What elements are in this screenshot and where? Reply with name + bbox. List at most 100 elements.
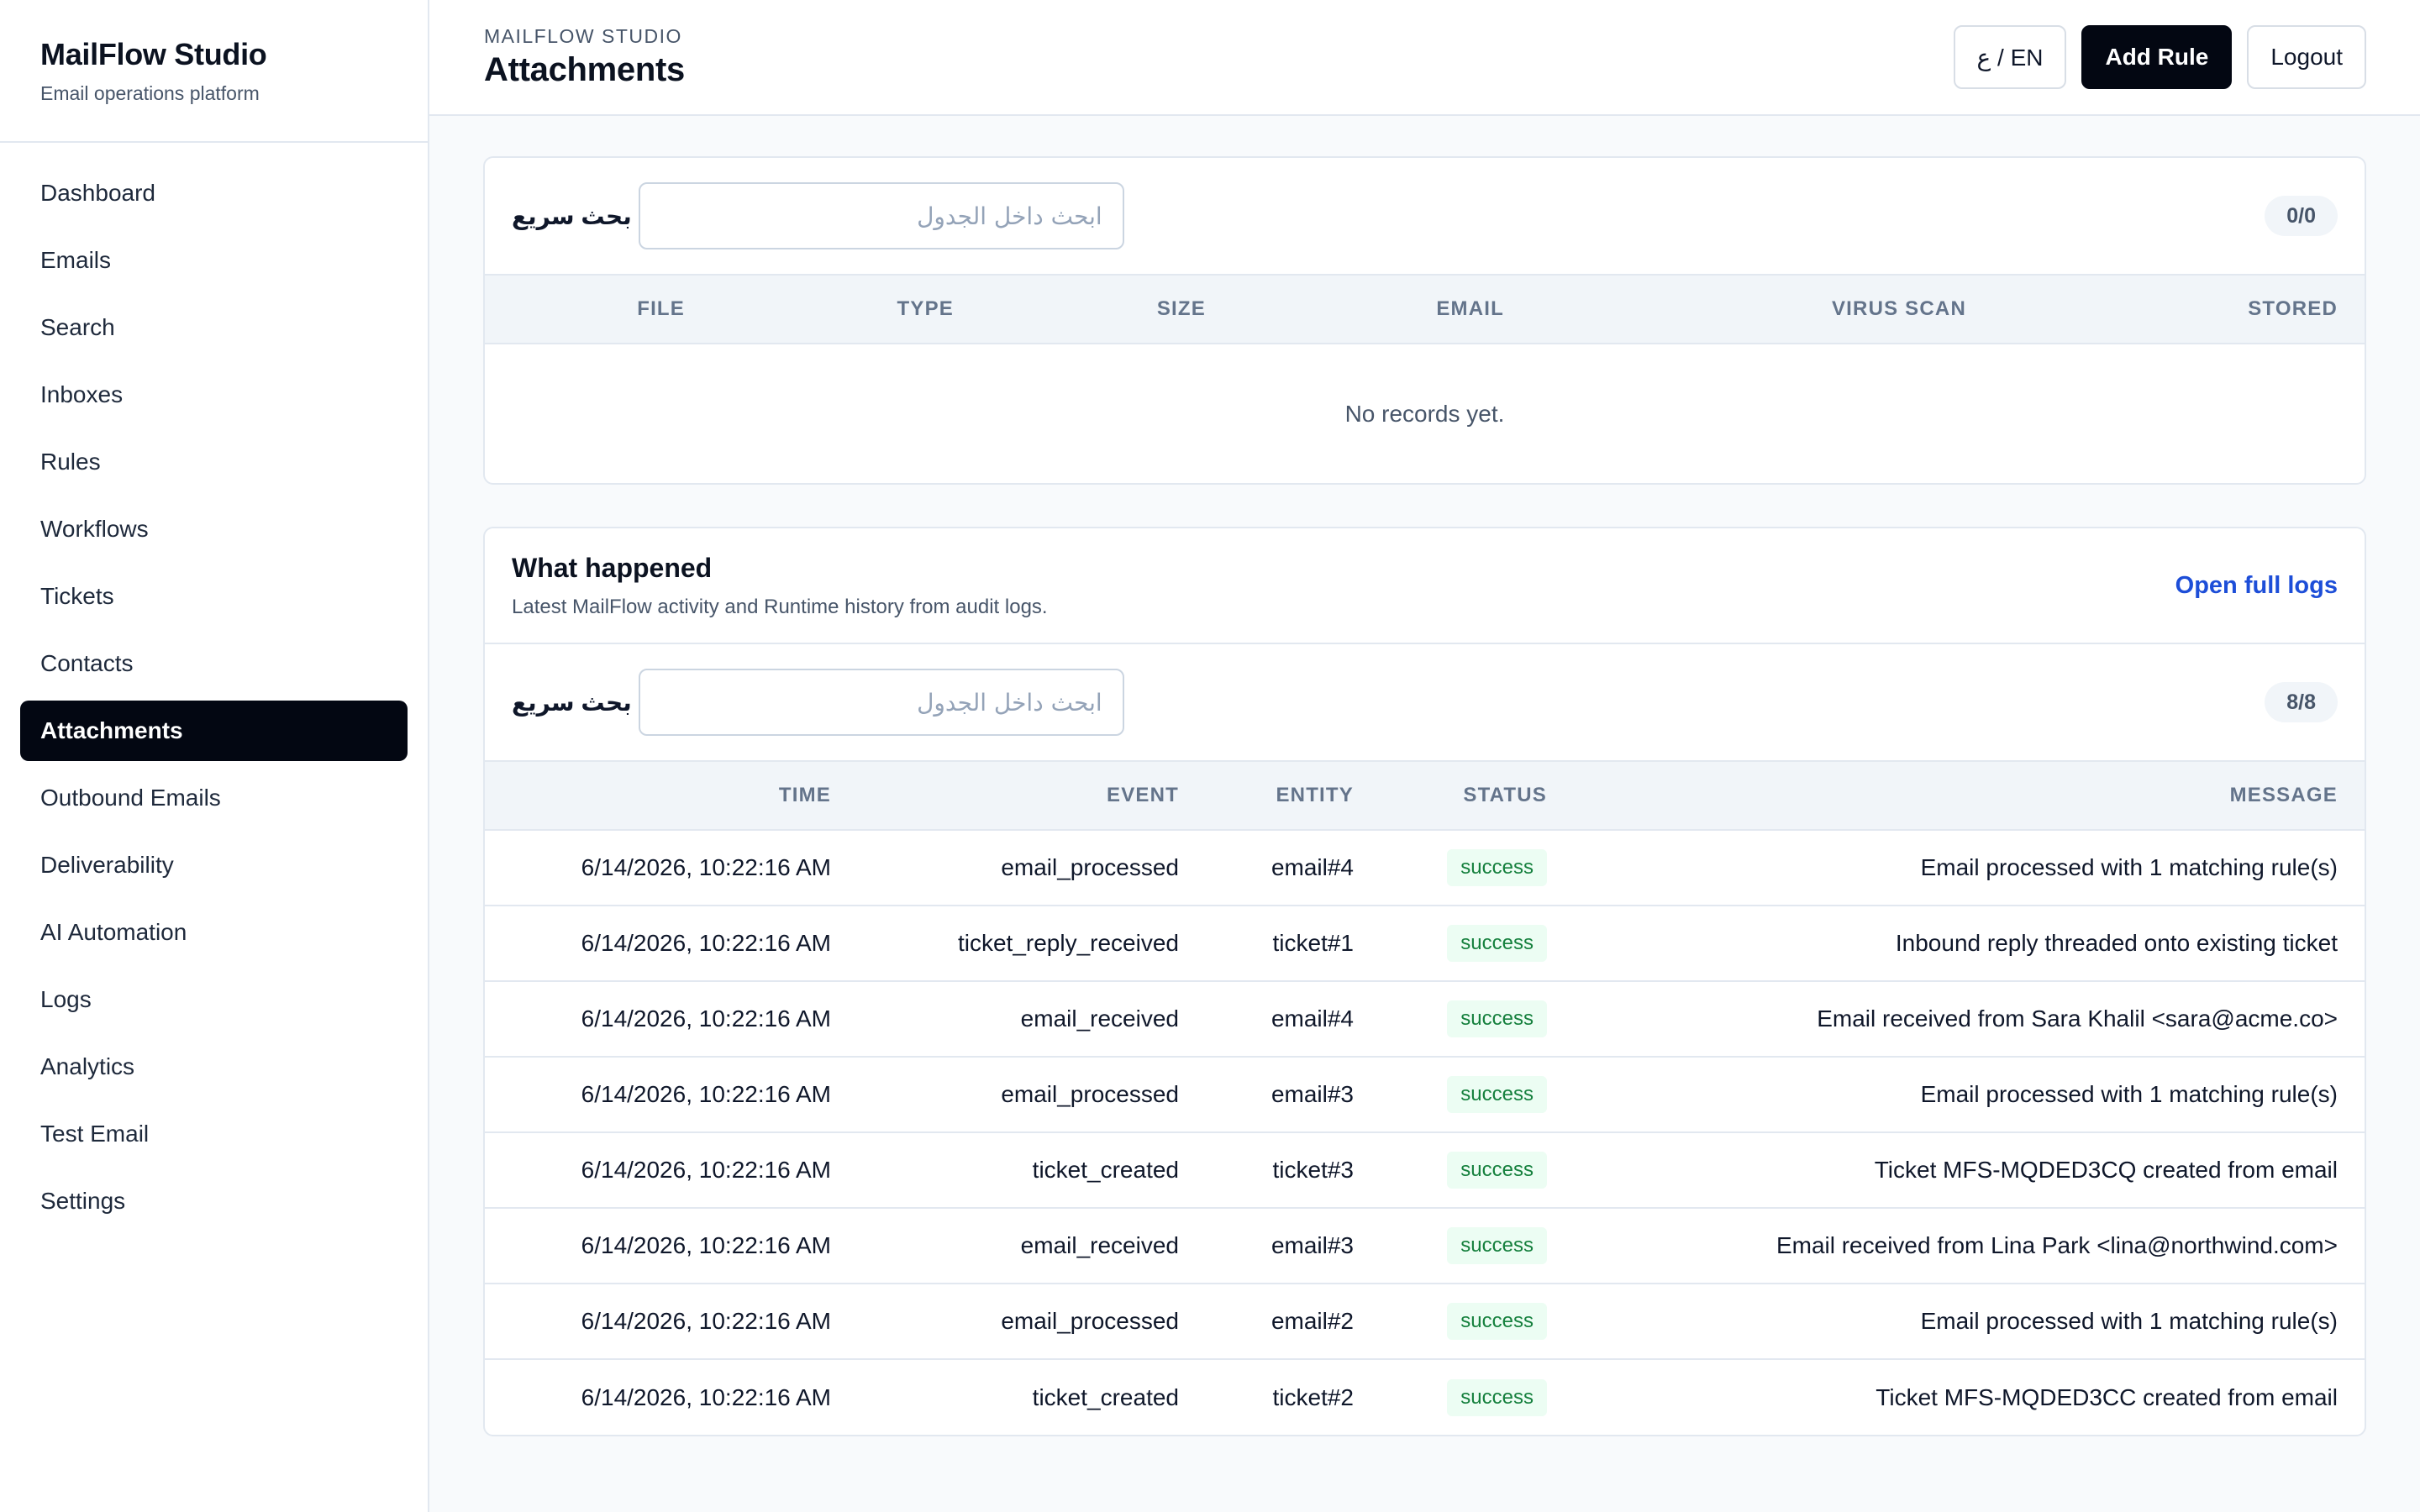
sidebar-item-rules[interactable]: Rules: [20, 432, 408, 492]
sidebar-item-attachments[interactable]: Attachments: [20, 701, 408, 761]
sidebar-item-settings[interactable]: Settings: [20, 1171, 408, 1231]
activity-search-input[interactable]: [638, 669, 1124, 736]
column-header-stored[interactable]: STORED: [1993, 274, 2365, 344]
sidebar-item-ai-automation[interactable]: AI Automation: [20, 902, 408, 963]
activity-toolbar: بحث سريع 8/8: [485, 644, 2365, 760]
sidebar-item-workflows[interactable]: Workflows: [20, 499, 408, 559]
cell-status: success: [1381, 906, 1574, 981]
cell-event: ticket_created: [1032, 1157, 1179, 1183]
activity-table: TIME EVENT ENTITY STATUS MESSAGE 6/14/20…: [485, 760, 2365, 1435]
cell-status: success: [1381, 981, 1574, 1057]
sidebar-item-analytics[interactable]: Analytics: [20, 1037, 408, 1097]
table-row: 6/14/2026, 10:22:16 AM ticket_created ti…: [485, 1132, 2365, 1208]
sidebar-item-contacts[interactable]: Contacts: [20, 633, 408, 694]
activity-heading: What happened Latest MailFlow activity a…: [512, 553, 1048, 619]
table-row: 6/14/2026, 10:22:16 AM ticket_reply_rece…: [485, 906, 2365, 981]
empty-state-row: No records yet.: [485, 344, 2365, 483]
activity-card: What happened Latest MailFlow activity a…: [483, 527, 2366, 1436]
cell-time: 6/14/2026, 10:22:16 AM: [581, 1383, 831, 1410]
cell-event: ticket_created: [1032, 1383, 1179, 1410]
cell-time: 6/14/2026, 10:22:16 AM: [581, 1308, 831, 1334]
cell-entity: email#4: [1270, 1005, 1354, 1032]
table-row: 6/14/2026, 10:22:16 AM email_received em…: [485, 981, 2365, 1057]
cell-event: ticket_reply_received: [957, 930, 1179, 956]
cell-message: Ticket MFS-MQDED3CC created from email: [1876, 1383, 2338, 1410]
cell-status: success: [1381, 1057, 1574, 1132]
quick-search-label: بحث سريع: [512, 202, 632, 229]
sidebar-item-dashboard[interactable]: Dashboard: [20, 163, 408, 223]
cell-message: Email processed with 1 matching rule(s): [1920, 1081, 2338, 1107]
column-header-file[interactable]: FILE: [485, 274, 712, 344]
activity-title: What happened: [512, 552, 713, 583]
column-header-time[interactable]: TIME: [485, 760, 858, 830]
cell-event: email_processed: [1001, 1308, 1179, 1334]
sidebar-item-logs[interactable]: Logs: [20, 969, 408, 1030]
attachments-card: بحث سريع 0/0 FILE TYPE SIZE EMAIL VIRUS …: [483, 156, 2366, 485]
main-area: MAILFLOW STUDIO Attachments ع / EN Add R…: [429, 0, 2420, 1512]
cell-message: Email received from Lina Park <lina@nort…: [1776, 1232, 2338, 1258]
sidebar-item-inboxes[interactable]: Inboxes: [20, 365, 408, 425]
empty-state-text: No records yet.: [1344, 400, 1505, 427]
brand: MailFlow Studio Email operations platfor…: [0, 0, 428, 143]
cell-status: success: [1381, 1359, 1574, 1435]
column-header-size[interactable]: SIZE: [981, 274, 1233, 344]
table-row: 6/14/2026, 10:22:16 AM email_processed e…: [485, 1057, 2365, 1132]
sidebar-item-search[interactable]: Search: [20, 297, 408, 358]
column-header-entity[interactable]: ENTITY: [1206, 760, 1381, 830]
sidebar-item-tickets[interactable]: Tickets: [20, 566, 408, 627]
table-row: 6/14/2026, 10:22:16 AM email_processed e…: [485, 830, 2365, 906]
column-header-virus-scan[interactable]: VIRUS SCAN: [1531, 274, 1993, 344]
cell-message: Email processed with 1 matching rule(s): [1920, 854, 2338, 880]
topbar: MAILFLOW STUDIO Attachments ع / EN Add R…: [429, 0, 2420, 116]
cell-entity: email#3: [1270, 1232, 1354, 1258]
column-header-type[interactable]: TYPE: [712, 274, 981, 344]
activity-subtitle: Latest MailFlow activity and Runtime his…: [512, 595, 1048, 618]
cell-status: success: [1381, 1208, 1574, 1284]
add-rule-button[interactable]: Add Rule: [2081, 25, 2233, 89]
attachments-table-header: FILE TYPE SIZE EMAIL VIRUS SCAN STORED: [485, 274, 2365, 344]
attachments-table: FILE TYPE SIZE EMAIL VIRUS SCAN STORED N…: [485, 274, 2365, 483]
cell-entity: email#4: [1270, 854, 1354, 880]
status-badge: success: [1447, 1303, 1547, 1340]
sidebar-item-deliverability[interactable]: Deliverability: [20, 835, 408, 895]
status-badge: success: [1447, 1378, 1547, 1416]
column-header-event[interactable]: EVENT: [858, 760, 1206, 830]
cell-entity: email#2: [1270, 1308, 1354, 1334]
cell-entity: email#3: [1270, 1081, 1354, 1107]
cell-message: Email processed with 1 matching rule(s): [1920, 1308, 2338, 1334]
sidebar-item-emails[interactable]: Emails: [20, 230, 408, 291]
cell-message: Ticket MFS-MQDED3CQ created from email: [1874, 1157, 2338, 1183]
cell-time: 6/14/2026, 10:22:16 AM: [581, 854, 831, 880]
activity-count-badge: 8/8: [2265, 682, 2338, 722]
sidebar-nav: Dashboard Emails Search Inboxes Rules Wo…: [0, 143, 428, 1258]
activity-table-header: TIME EVENT ENTITY STATUS MESSAGE: [485, 760, 2365, 830]
attachments-search-group: بحث سريع: [512, 182, 1124, 249]
column-header-email[interactable]: EMAIL: [1233, 274, 1531, 344]
open-full-logs-link[interactable]: Open full logs: [2175, 572, 2338, 600]
app-root: MailFlow Studio Email operations platfor…: [0, 0, 2420, 1512]
attachments-count-badge: 0/0: [2265, 196, 2338, 236]
cell-event: email_received: [1020, 1005, 1179, 1032]
status-badge: success: [1447, 1076, 1547, 1113]
cell-time: 6/14/2026, 10:22:16 AM: [581, 1081, 831, 1107]
cell-entity: ticket#3: [1272, 1157, 1355, 1183]
column-header-message[interactable]: MESSAGE: [1574, 760, 2365, 830]
cell-status: success: [1381, 1284, 1574, 1359]
page-title: Attachments: [484, 51, 685, 88]
cell-event: email_processed: [1001, 1081, 1179, 1107]
status-badge: success: [1447, 1000, 1547, 1037]
brand-title: MailFlow Studio: [40, 37, 267, 71]
activity-header: What happened Latest MailFlow activity a…: [485, 528, 2365, 644]
page-eyebrow: MAILFLOW STUDIO: [484, 25, 682, 47]
top-actions: ع / EN Add Rule Logout: [1953, 25, 2366, 89]
logout-button[interactable]: Logout: [2247, 25, 2366, 89]
status-badge: success: [1447, 925, 1547, 962]
attachments-search-input[interactable]: [638, 182, 1124, 249]
sidebar-item-outbound-emails[interactable]: Outbound Emails: [20, 768, 408, 828]
sidebar-item-test-email[interactable]: Test Email: [20, 1104, 408, 1164]
status-badge: success: [1447, 1152, 1547, 1189]
column-header-status[interactable]: STATUS: [1381, 760, 1574, 830]
page-heading: MAILFLOW STUDIO Attachments: [484, 25, 685, 89]
cell-message: Inbound reply threaded onto existing tic…: [1895, 930, 2338, 956]
language-toggle-button[interactable]: ع / EN: [1953, 25, 2067, 89]
